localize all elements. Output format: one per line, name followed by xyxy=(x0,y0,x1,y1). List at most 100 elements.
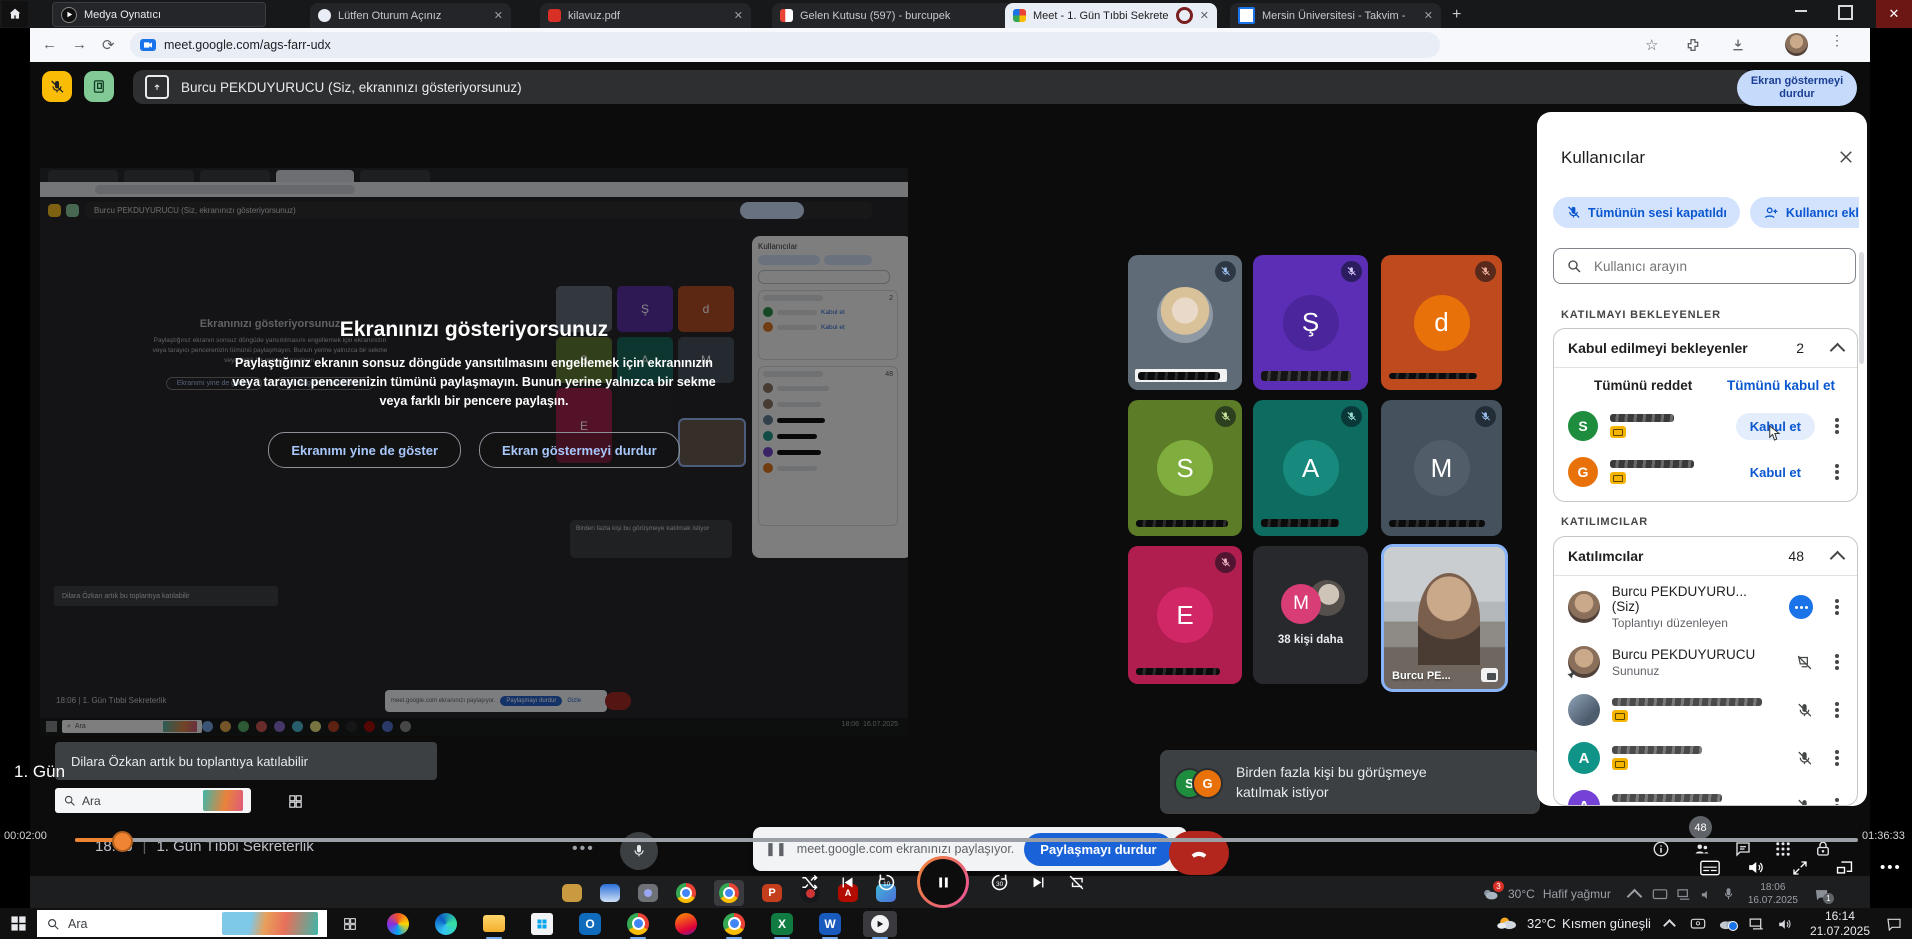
collapse-chevron-icon[interactable] xyxy=(1830,550,1846,566)
download-icon[interactable] xyxy=(1730,37,1746,53)
edge-app-icon[interactable] xyxy=(431,911,461,937)
tab-close-icon[interactable]: ✕ xyxy=(734,9,743,22)
video-tile[interactable]: Ş xyxy=(1253,255,1368,390)
pause-sharing-icon[interactable]: ❚❚ xyxy=(765,841,787,857)
repeat-off-icon[interactable] xyxy=(1067,873,1086,892)
info-icon[interactable] xyxy=(1652,840,1670,858)
stop-presenting-button[interactable]: Ekran göstermeyi durdur xyxy=(1737,70,1857,106)
media-player-app-icon-active[interactable] xyxy=(863,911,897,937)
chrome-app-icon[interactable] xyxy=(623,911,653,937)
pause-button[interactable] xyxy=(917,856,969,908)
tab-close-icon[interactable]: ✕ xyxy=(1200,9,1209,22)
volume-icon[interactable] xyxy=(1746,858,1765,877)
captions-icon[interactable] xyxy=(1700,860,1720,876)
tab-close-icon[interactable]: ✕ xyxy=(1424,9,1433,22)
close-panel-icon[interactable] xyxy=(1837,148,1855,166)
omnibox[interactable]: meet.google.com/ags-farr-udx xyxy=(130,32,1440,58)
new-tab-button[interactable]: + xyxy=(1452,6,1461,24)
participant-menu-icon[interactable] xyxy=(1835,605,1839,609)
tab-login[interactable]: Lütfen Oturum Açınız ✕ xyxy=(310,3,511,28)
reload-icon[interactable]: ⟳ xyxy=(102,36,115,54)
forward-icon[interactable]: → xyxy=(72,36,87,53)
mute-all-button[interactable]: Tümünün sesi kapatıldı xyxy=(1553,197,1740,228)
restore-button[interactable] xyxy=(1838,5,1853,20)
deny-all-button[interactable]: Tümünü reddet xyxy=(1594,378,1692,393)
accept-button[interactable]: Kabul et xyxy=(1736,459,1815,486)
next-track-icon[interactable] xyxy=(1030,874,1047,891)
add-user-button[interactable]: Kullanıcı ekle xyxy=(1750,197,1859,228)
self-video-tile[interactable]: Burcu PE... xyxy=(1381,544,1508,692)
forward-30-icon[interactable]: 30 xyxy=(989,872,1010,893)
player-more-icon[interactable]: ••• xyxy=(1880,859,1902,876)
inner-search-box[interactable]: Ara xyxy=(55,788,251,813)
taskbar-search-box[interactable]: Ara xyxy=(37,910,327,937)
activities-grid-icon[interactable] xyxy=(1774,840,1792,858)
orange-app-icon[interactable] xyxy=(671,911,701,937)
participant-menu-icon[interactable] xyxy=(1835,756,1839,760)
search-user-box[interactable] xyxy=(1553,248,1856,284)
copilot-app-icon[interactable] xyxy=(383,911,413,937)
panel-scrollbar[interactable] xyxy=(1859,252,1864,364)
mini-player-icon[interactable] xyxy=(1835,859,1854,876)
ms-store-app-icon[interactable] xyxy=(527,911,557,937)
accept-all-button[interactable]: Tümünü kabul et xyxy=(1727,378,1835,393)
video-tile[interactable]: d xyxy=(1381,255,1502,390)
more-options-icon[interactable]: ••• xyxy=(572,840,595,858)
participant-menu-icon[interactable] xyxy=(1835,804,1839,806)
bookmark-star-icon[interactable]: ☆ xyxy=(1645,36,1658,54)
taskbar-clock[interactable]: 16:1421.07.2025 xyxy=(1810,909,1870,939)
tab-share-indicator-icon[interactable] xyxy=(84,71,114,102)
rewind-10-icon[interactable]: 10 xyxy=(876,872,897,893)
volume-tray-icon[interactable] xyxy=(1777,917,1794,931)
accept-button[interactable]: Kabul et xyxy=(1736,413,1815,440)
video-tile[interactable]: E xyxy=(1128,546,1242,684)
weather-desc[interactable]: Kısmen güneşli xyxy=(1562,916,1651,931)
show-anyway-button[interactable]: Ekranımı yine de göster xyxy=(268,432,461,468)
search-user-input[interactable] xyxy=(1592,258,1826,275)
collapse-chevron-icon[interactable] xyxy=(1830,342,1846,358)
back-icon[interactable]: ← xyxy=(42,36,57,53)
video-tile[interactable]: A xyxy=(1253,400,1368,536)
waiting-card-header[interactable]: Kabul edilmeyi bekleyenler 2 xyxy=(1554,329,1857,368)
start-button[interactable] xyxy=(10,915,27,932)
waiting-row-menu-icon[interactable] xyxy=(1835,470,1839,474)
extensions-icon[interactable] xyxy=(1685,37,1701,53)
player-progress-knob[interactable] xyxy=(112,831,133,852)
muted-mic-indicator-icon[interactable] xyxy=(42,71,72,102)
participant-menu-icon[interactable] xyxy=(1835,708,1839,712)
tab-pdf[interactable]: kilavuz.pdf ✕ xyxy=(540,3,751,28)
video-tile[interactable] xyxy=(1128,255,1242,390)
tray-expand-icon[interactable] xyxy=(1663,919,1676,932)
previous-track-icon[interactable] xyxy=(839,874,856,891)
shuffle-icon[interactable] xyxy=(800,873,819,892)
weather-temp[interactable]: 32°C xyxy=(1527,916,1556,931)
chat-icon[interactable] xyxy=(1734,840,1752,858)
tab-close-icon[interactable]: ✕ xyxy=(494,9,503,22)
network-tray-icon[interactable] xyxy=(1748,917,1765,931)
video-tile[interactable]: M xyxy=(1381,400,1502,536)
close-window-button[interactable]: ✕ xyxy=(1876,0,1912,28)
weather-icon[interactable] xyxy=(1495,915,1519,932)
onedrive-tray-icon[interactable] xyxy=(1718,918,1736,930)
fullscreen-icon[interactable] xyxy=(1791,859,1809,877)
excel-app-icon[interactable]: X xyxy=(767,911,797,937)
word-app-icon[interactable]: W xyxy=(815,911,845,937)
player-progress-track[interactable] xyxy=(75,838,1858,842)
task-view-icon[interactable] xyxy=(287,793,304,810)
profile-avatar[interactable] xyxy=(1785,33,1808,56)
people-icon[interactable] xyxy=(1692,840,1712,858)
host-controls-lock-icon[interactable] xyxy=(1814,840,1832,858)
outlook-app-icon[interactable]: O xyxy=(575,911,605,937)
cast-tray-icon[interactable] xyxy=(1690,917,1706,931)
participant-menu-icon[interactable] xyxy=(1835,660,1839,664)
notification-center-icon[interactable] xyxy=(1886,917,1902,931)
home-icon[interactable] xyxy=(2,1,28,27)
tab-meet-active[interactable]: Meet - 1. Gün Tıbbi Sekrete ✕ xyxy=(1005,3,1217,28)
minimize-button[interactable] xyxy=(1795,10,1807,12)
video-tile[interactable]: S xyxy=(1128,400,1242,536)
browser-menu-icon[interactable]: ⋮ xyxy=(1830,32,1844,49)
tab-calendar[interactable]: Mersin Üniversitesi - Takvim - ✕ xyxy=(1230,3,1441,28)
more-participants-tile[interactable]: M 38 kişi daha xyxy=(1253,546,1368,684)
waiting-row-menu-icon[interactable] xyxy=(1835,424,1839,428)
task-view-button[interactable] xyxy=(335,911,365,937)
